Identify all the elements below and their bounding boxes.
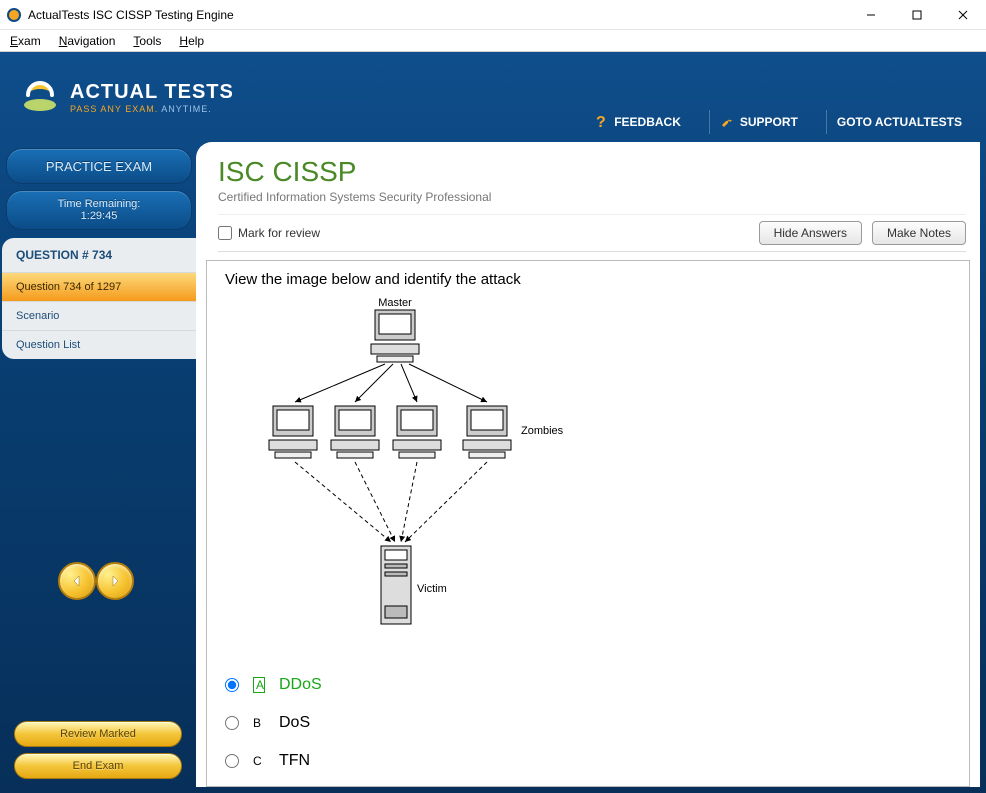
hide-answers-button[interactable]: Hide Answers: [759, 221, 862, 245]
app-body: ACTUAL TESTS PASS ANY EXAM. ANYTIME. ? F…: [0, 52, 986, 793]
exam-subtitle: Certified Information Systems Security P…: [218, 190, 966, 204]
answer-letter: C: [253, 754, 265, 768]
practice-exam-pill[interactable]: PRACTICE EXAM: [6, 148, 192, 184]
exam-title: ISC CISSP: [218, 156, 966, 188]
sidebar-bottom-buttons: Review Marked End Exam: [4, 715, 192, 785]
menu-exam[interactable]: Exam: [10, 34, 41, 48]
feedback-link[interactable]: ? FEEDBACK: [584, 110, 691, 134]
answers-list: A DDoS B DoS C TFN: [225, 666, 951, 780]
attack-diagram: Master Z: [225, 294, 585, 644]
minimize-button[interactable]: [848, 0, 894, 30]
content-panel: ISC CISSP Certified Information Systems …: [196, 142, 980, 787]
wrench-icon: [720, 115, 734, 129]
make-notes-button[interactable]: Make Notes: [872, 221, 966, 245]
time-remaining-label: Time Remaining:: [58, 198, 141, 210]
practice-exam-label: PRACTICE EXAM: [46, 159, 152, 174]
sidebar-item-scenario[interactable]: Scenario: [2, 301, 196, 330]
time-remaining-value: 1:29:45: [81, 210, 118, 222]
answer-radio-c[interactable]: [225, 754, 239, 768]
answer-option-b[interactable]: B DoS: [225, 704, 951, 742]
mark-for-review[interactable]: Mark for review: [218, 226, 320, 240]
diagram-label-zombies: Zombies: [521, 425, 564, 437]
nav-arrows: [58, 562, 134, 600]
next-question-button[interactable]: [96, 562, 134, 600]
goto-link[interactable]: GOTO ACTUALTESTS: [826, 110, 972, 134]
app-header: ACTUAL TESTS PASS ANY EXAM. ANYTIME. ? F…: [0, 52, 986, 142]
answer-text: TFN: [279, 752, 310, 770]
answer-text: DDoS: [279, 676, 322, 694]
answer-radio-b[interactable]: [225, 716, 239, 730]
mark-for-review-label: Mark for review: [238, 226, 320, 240]
answer-letter: B: [253, 716, 265, 730]
sidebar-item-question[interactable]: Question 734 of 1297: [2, 272, 196, 301]
question-icon: ?: [594, 113, 608, 131]
answer-option-c[interactable]: C TFN: [225, 742, 951, 780]
menu-tools[interactable]: Tools: [133, 34, 161, 48]
brand-tagline-2: ANYTIME.: [158, 104, 212, 114]
svg-text:?: ?: [596, 114, 606, 131]
menu-navigation[interactable]: Navigation: [59, 34, 116, 48]
window-titlebar: ActualTests ISC CISSP Testing Engine: [0, 0, 986, 30]
question-toolbar: Mark for review Hide Answers Make Notes: [218, 214, 966, 252]
feedback-label: FEEDBACK: [614, 115, 681, 129]
header-links: ? FEEDBACK SUPPORT GOTO ACTUALTESTS: [584, 110, 972, 134]
end-exam-button[interactable]: End Exam: [14, 753, 182, 779]
support-label: SUPPORT: [740, 115, 798, 129]
question-area[interactable]: View the image below and identify the at…: [206, 260, 970, 787]
diagram-label-master: Master: [378, 297, 412, 309]
time-remaining-pill: Time Remaining: 1:29:45: [6, 190, 192, 230]
goto-label: GOTO ACTUALTESTS: [837, 115, 962, 129]
brand-name: ACTUAL TESTS: [70, 81, 234, 104]
answer-option-a[interactable]: A DDoS: [225, 666, 951, 704]
review-marked-button[interactable]: Review Marked: [14, 721, 182, 747]
prev-question-button[interactable]: [58, 562, 96, 600]
app-icon: [6, 7, 22, 23]
close-button[interactable]: [940, 0, 986, 30]
answer-text: DoS: [279, 714, 310, 732]
window-title: ActualTests ISC CISSP Testing Engine: [28, 8, 234, 22]
brand-tagline-1: PASS ANY EXAM.: [70, 104, 158, 114]
support-link[interactable]: SUPPORT: [709, 110, 808, 134]
answer-radio-a[interactable]: [225, 678, 239, 692]
sidebar: PRACTICE EXAM Time Remaining: 1:29:45 QU…: [0, 142, 196, 793]
question-number-header: QUESTION # 734: [2, 238, 196, 272]
workspace: PRACTICE EXAM Time Remaining: 1:29:45 QU…: [0, 142, 986, 793]
question-prompt: View the image below and identify the at…: [225, 271, 951, 288]
answer-letter: A: [253, 677, 265, 693]
logo: ACTUAL TESTS PASS ANY EXAM. ANYTIME.: [18, 75, 234, 119]
window-controls: [848, 0, 986, 30]
maximize-button[interactable]: [894, 0, 940, 30]
menu-help[interactable]: Help: [179, 34, 204, 48]
sidebar-item-question-list[interactable]: Question List: [2, 330, 196, 359]
mark-for-review-checkbox[interactable]: [218, 226, 232, 240]
question-nav-panel: QUESTION # 734 Question 734 of 1297 Scen…: [2, 238, 196, 359]
menu-bar: Exam Navigation Tools Help: [0, 30, 986, 52]
diagram-label-victim: Victim: [417, 583, 447, 595]
logo-icon: [18, 75, 62, 119]
